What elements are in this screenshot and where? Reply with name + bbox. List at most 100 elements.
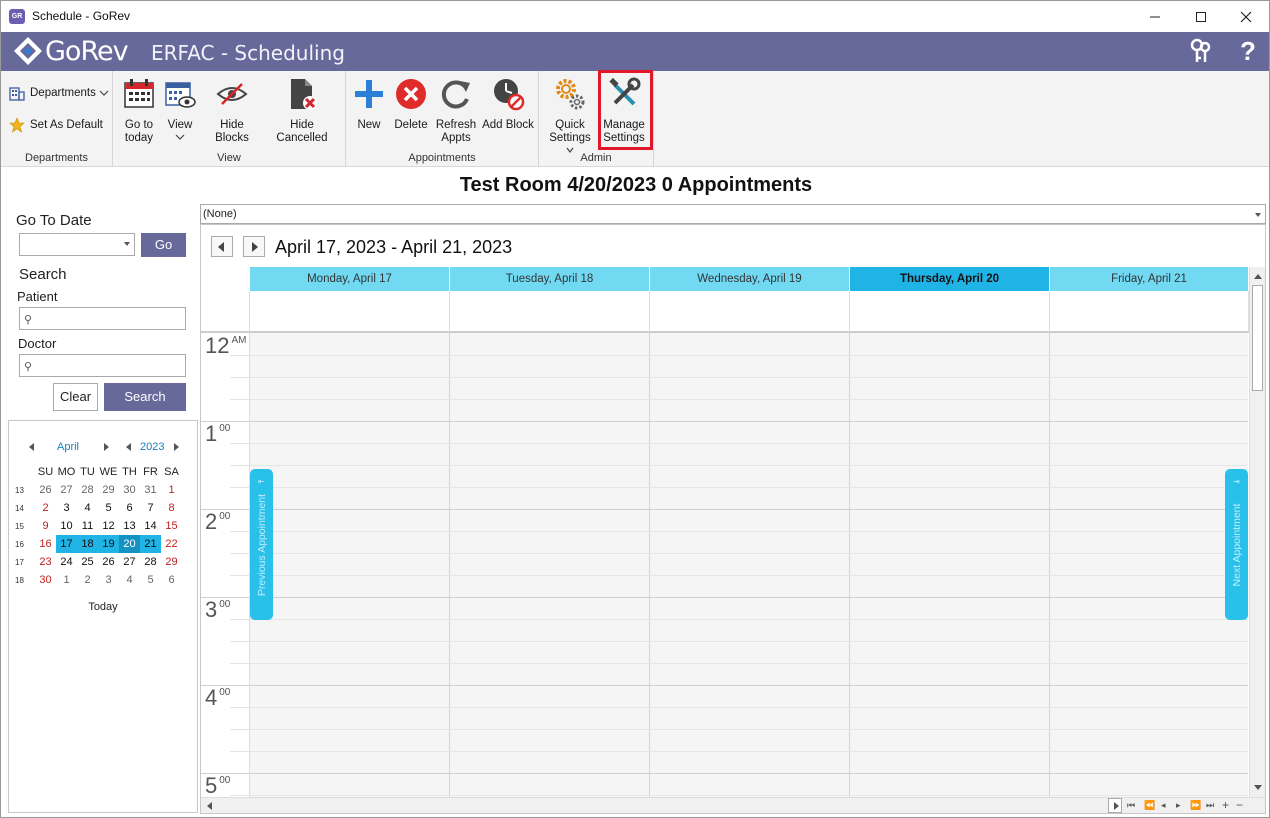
prev-year-icon[interactable] xyxy=(126,443,131,451)
calendar-day[interactable]: 1 xyxy=(56,571,77,589)
new-button[interactable]: New xyxy=(352,77,386,132)
next-appointment-button[interactable]: ⇥ Next Appointment xyxy=(1225,469,1248,620)
delete-button[interactable]: Delete xyxy=(392,77,430,132)
calendar-day[interactable]: 24 xyxy=(56,553,77,571)
calendar-day[interactable]: 4 xyxy=(77,499,98,517)
day-header-current[interactable]: Thursday, April 20 xyxy=(850,267,1050,291)
calendar-day[interactable]: 23 xyxy=(35,553,56,571)
calendar-day[interactable]: 10 xyxy=(56,517,77,535)
calendar-day[interactable]: 30 xyxy=(119,481,140,499)
calendar-day[interactable]: 31 xyxy=(140,481,161,499)
calendar-day[interactable]: 27 xyxy=(119,553,140,571)
calendar-day[interactable]: 1 xyxy=(161,481,182,499)
calendar-day-selected[interactable]: 19 xyxy=(98,535,119,553)
calendar-day[interactable]: 2 xyxy=(77,571,98,589)
clear-button[interactable]: Clear xyxy=(53,383,98,411)
calendar-day-selected[interactable]: 17 xyxy=(56,535,77,553)
all-day-cell[interactable] xyxy=(650,291,850,333)
day-header[interactable]: Friday, April 21 xyxy=(1050,267,1249,291)
scroll-up-icon[interactable] xyxy=(1251,271,1265,281)
set-as-default-button[interactable]: Set As Default xyxy=(9,117,103,133)
minimize-button[interactable] xyxy=(1132,1,1178,32)
horizontal-scrollbar[interactable]: ⏮ ⏪ ◂ ▸ ⏩ ⏭ + − xyxy=(201,797,1265,813)
calendar-day[interactable]: 26 xyxy=(98,553,119,571)
next-icon[interactable]: ▸ xyxy=(1176,800,1181,811)
calendar-day[interactable]: 11 xyxy=(77,517,98,535)
day-header[interactable]: Wednesday, April 19 xyxy=(650,267,850,291)
calendar-day[interactable]: 3 xyxy=(98,571,119,589)
keys-button[interactable] xyxy=(1188,38,1214,64)
resource-dropdown[interactable]: (None) xyxy=(200,204,1266,224)
calendar-day[interactable]: 29 xyxy=(98,481,119,499)
hide-blocks-button[interactable]: Hide Blocks xyxy=(203,77,261,145)
maximize-button[interactable] xyxy=(1178,1,1224,32)
calendar-day[interactable]: 28 xyxy=(77,481,98,499)
calendar-day[interactable]: 3 xyxy=(56,499,77,517)
calendar-day[interactable]: 7 xyxy=(140,499,161,517)
calendar-day[interactable]: 4 xyxy=(119,571,140,589)
calendar-day[interactable]: 25 xyxy=(77,553,98,571)
gorev-logo[interactable]: GoRev xyxy=(13,34,129,68)
calendar-day[interactable]: 5 xyxy=(140,571,161,589)
search-button[interactable]: Search xyxy=(104,383,186,411)
all-day-cell[interactable] xyxy=(450,291,650,333)
calendar-year[interactable]: 2023 xyxy=(140,441,164,453)
view-dropdown[interactable]: View xyxy=(163,77,197,145)
previous-appointment-button[interactable]: ⇤ Previous Appointment xyxy=(250,469,273,620)
scroll-down-icon[interactable] xyxy=(1251,783,1265,793)
calendar-day[interactable]: 28 xyxy=(140,553,161,571)
help-button[interactable]: ? xyxy=(1235,38,1261,64)
calendar-day[interactable]: 16 xyxy=(35,535,56,553)
calendar-day[interactable]: 27 xyxy=(56,481,77,499)
go-to-date-picker[interactable] xyxy=(19,233,135,256)
patient-search-input[interactable]: ⚲ xyxy=(19,307,186,330)
last-page-icon[interactable]: ⏭ xyxy=(1206,800,1214,811)
departments-dropdown[interactable]: Departments xyxy=(9,85,109,101)
refresh-appts-button[interactable]: Refresh Appts xyxy=(434,77,478,145)
prev-page-icon[interactable]: ⏪ xyxy=(1144,800,1155,811)
today-link[interactable]: Today xyxy=(9,601,197,613)
first-page-icon[interactable]: ⏮ xyxy=(1127,800,1135,811)
calendar-day[interactable]: 14 xyxy=(140,517,161,535)
next-year-icon[interactable] xyxy=(174,443,179,451)
quick-settings-dropdown[interactable]: Quick Settings xyxy=(544,77,596,158)
calendar-day[interactable]: 30 xyxy=(35,571,56,589)
prev-icon[interactable]: ◂ xyxy=(1161,800,1166,811)
calendar-day-selected[interactable]: 21 xyxy=(140,535,161,553)
calendar-day[interactable]: 22 xyxy=(161,535,182,553)
calendar-day[interactable]: 12 xyxy=(98,517,119,535)
calendar-month[interactable]: April xyxy=(57,441,79,453)
calendar-day[interactable]: 5 xyxy=(98,499,119,517)
calendar-day[interactable]: 26 xyxy=(35,481,56,499)
calendar-day[interactable]: 2 xyxy=(35,499,56,517)
next-week-button[interactable] xyxy=(243,236,265,257)
calendar-day-selected[interactable]: 18 xyxy=(77,535,98,553)
scroll-right-button[interactable] xyxy=(1108,798,1122,813)
calendar-day[interactable]: 9 xyxy=(35,517,56,535)
scrollbar-thumb[interactable] xyxy=(1252,285,1263,391)
scroll-left-icon[interactable] xyxy=(205,800,215,812)
calendar-day[interactable]: 8 xyxy=(161,499,182,517)
vertical-scrollbar[interactable] xyxy=(1249,267,1265,797)
calendar-day[interactable]: 6 xyxy=(161,571,182,589)
calendar-day[interactable]: 15 xyxy=(161,517,182,535)
prev-month-icon[interactable] xyxy=(29,443,34,451)
prev-week-button[interactable] xyxy=(211,236,233,257)
all-day-cell[interactable] xyxy=(850,291,1050,333)
go-button[interactable]: Go xyxy=(141,233,186,257)
time-slot-grid[interactable] xyxy=(250,333,1248,797)
all-day-cell[interactable] xyxy=(250,291,450,333)
calendar-day[interactable]: 13 xyxy=(119,517,140,535)
doctor-search-input[interactable]: ⚲ xyxy=(19,354,186,377)
add-icon[interactable]: + xyxy=(1222,798,1229,812)
add-block-button[interactable]: Add Block xyxy=(482,77,534,132)
next-page-icon[interactable]: ⏩ xyxy=(1190,800,1201,811)
day-header[interactable]: Tuesday, April 18 xyxy=(450,267,650,291)
hide-cancelled-button[interactable]: Hide Cancelled xyxy=(265,77,339,145)
next-month-icon[interactable] xyxy=(104,443,109,451)
go-to-today-button[interactable]: Go to today xyxy=(119,77,159,145)
remove-icon[interactable]: − xyxy=(1236,798,1243,812)
calendar-day-today[interactable]: 20 xyxy=(119,535,140,553)
day-header[interactable]: Monday, April 17 xyxy=(250,267,450,291)
calendar-day[interactable]: 29 xyxy=(161,553,182,571)
